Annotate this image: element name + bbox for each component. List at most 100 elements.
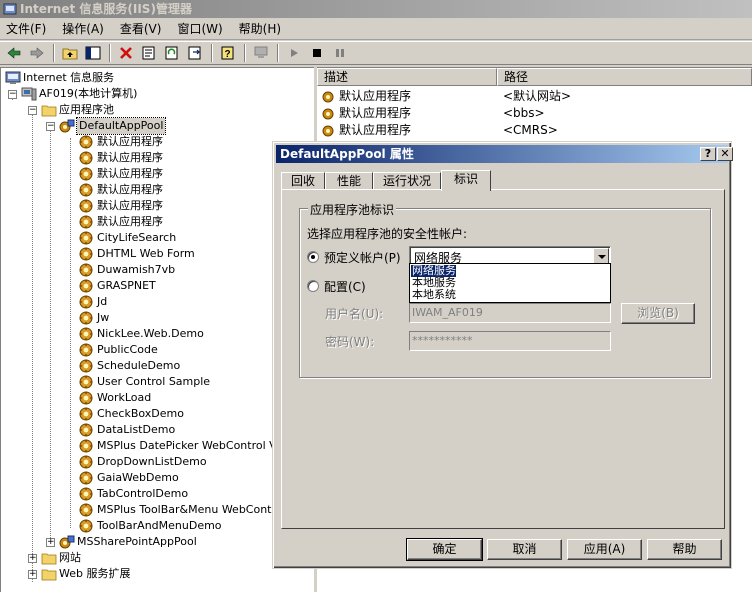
computer-icon[interactable] bbox=[250, 43, 272, 63]
apply-button[interactable]: 应用(A) bbox=[567, 539, 642, 560]
forward-icon[interactable] bbox=[26, 43, 48, 63]
tree-label: 默认应用程序 bbox=[97, 199, 163, 212]
menu-view[interactable]: 查看(V) bbox=[120, 20, 162, 37]
predefined-account-radio[interactable] bbox=[307, 251, 319, 263]
tab-identity[interactable]: 标识 bbox=[441, 170, 491, 191]
expand-toggle[interactable]: + bbox=[46, 538, 55, 547]
tree-label: DefaultAppPool bbox=[75, 117, 167, 135]
web-application-icon bbox=[79, 359, 93, 373]
tree-line bbox=[32, 106, 33, 582]
folder-icon bbox=[41, 553, 57, 565]
collapse-toggle[interactable]: − bbox=[46, 122, 55, 131]
web-application-icon bbox=[79, 151, 93, 165]
up-folder-icon[interactable] bbox=[59, 43, 81, 63]
account-dropdown-list[interactable]: 网络服务 本地服务 本地系统 bbox=[409, 263, 611, 303]
tree-label: CheckBoxDemo bbox=[97, 407, 184, 420]
row-path: <bbs> bbox=[503, 106, 545, 120]
web-application-icon bbox=[79, 455, 93, 469]
help-button[interactable]: 帮助 bbox=[647, 539, 722, 560]
tree-label: NickLee.Web.Demo bbox=[97, 327, 204, 340]
expand-toggle[interactable]: + bbox=[28, 570, 37, 579]
username-label: 用户名(U): bbox=[325, 307, 384, 321]
tab-health[interactable]: 运行状况 bbox=[373, 172, 441, 190]
web-application-icon bbox=[79, 343, 93, 357]
password-field[interactable]: *********** bbox=[409, 331, 611, 351]
web-application-icon bbox=[79, 375, 93, 389]
tab-performance[interactable]: 性能 bbox=[325, 172, 373, 190]
ok-button[interactable]: 确定 bbox=[406, 538, 483, 561]
predefined-account-label[interactable]: 预定义帐户(P) bbox=[324, 249, 401, 266]
back-icon[interactable] bbox=[3, 43, 25, 63]
pause-icon[interactable] bbox=[329, 43, 351, 63]
account-prompt: 选择应用程序池的安全性帐户: bbox=[307, 227, 468, 241]
export-list-icon[interactable] bbox=[184, 43, 206, 63]
tree-label: ToolBarAndMenuDemo bbox=[97, 519, 222, 532]
stop-icon[interactable] bbox=[306, 43, 328, 63]
close-button[interactable]: ✕ bbox=[717, 147, 733, 161]
toolbar-separator bbox=[244, 44, 246, 62]
app-pool-icon bbox=[59, 535, 75, 549]
web-application-icon bbox=[79, 247, 93, 261]
tree-label: 应用程序池 bbox=[59, 103, 114, 116]
configure-account-label[interactable]: 配置(C) bbox=[324, 278, 366, 295]
collapse-toggle[interactable]: − bbox=[8, 90, 17, 99]
refresh-icon[interactable] bbox=[161, 43, 183, 63]
chevron-down-icon[interactable] bbox=[593, 248, 609, 264]
column-header-path[interactable]: 路径 bbox=[497, 68, 752, 86]
web-application-icon bbox=[79, 439, 93, 453]
tab-recycle[interactable]: 回收 bbox=[281, 172, 325, 190]
tree-label: 网站 bbox=[59, 551, 81, 564]
row-path: <CMRS> bbox=[503, 123, 558, 137]
tree-label: AF019(本地计算机) bbox=[39, 87, 138, 100]
row-description: 默认应用程序 bbox=[339, 106, 412, 120]
tree-label: Duwamish7vb bbox=[97, 263, 176, 276]
web-application-icon bbox=[79, 295, 93, 309]
column-header-description[interactable]: 描述 bbox=[317, 68, 497, 86]
web-application-icon bbox=[79, 135, 93, 149]
username-field[interactable]: IWAM_AF019 bbox=[409, 303, 611, 323]
tree-label: TabControlDemo bbox=[97, 487, 189, 500]
tree-label: GaiaWebDemo bbox=[97, 471, 179, 484]
browse-button[interactable]: 浏览(B) bbox=[621, 303, 695, 324]
properties-dialog: DefaultAppPool 属性 ? ✕ 回收 性能 运行状况 标识 应用程序… bbox=[272, 141, 733, 569]
web-application-icon bbox=[79, 391, 93, 405]
web-application-icon bbox=[79, 471, 93, 485]
dialog-title: DefaultAppPool 属性 bbox=[280, 147, 414, 161]
web-application-icon bbox=[79, 311, 93, 325]
tree-line bbox=[50, 122, 51, 542]
web-application-icon bbox=[79, 183, 93, 197]
configure-account-radio[interactable] bbox=[307, 280, 319, 292]
tree-label: MSPlus ToolBar&Menu WebControls I bbox=[97, 503, 299, 516]
properties-icon[interactable] bbox=[138, 43, 160, 63]
tree-label: MSSharePointAppPool bbox=[77, 535, 197, 548]
tree-label: 默认应用程序 bbox=[97, 167, 163, 180]
dialog-title-bar[interactable]: DefaultAppPool 属性 ? ✕ bbox=[276, 145, 733, 163]
menu-help[interactable]: 帮助(H) bbox=[239, 20, 281, 37]
dropdown-option-local-system[interactable]: 本地系统 bbox=[411, 289, 456, 301]
app-pool-icon bbox=[59, 119, 75, 133]
context-help-button[interactable]: ? bbox=[700, 147, 716, 161]
list-header: 描述 路径 bbox=[317, 68, 752, 86]
row-path: <默认网站> bbox=[503, 89, 572, 103]
menu-action[interactable]: 操作(A) bbox=[62, 20, 104, 37]
tree-label: GRASPNET bbox=[97, 279, 156, 292]
collapse-toggle[interactable]: − bbox=[28, 106, 37, 115]
tree-label: Web 服务扩展 bbox=[59, 567, 131, 580]
help-icon[interactable]: ? bbox=[217, 43, 239, 63]
start-icon[interactable] bbox=[283, 43, 305, 63]
web-application-icon bbox=[79, 167, 93, 181]
menu-file[interactable]: 文件(F) bbox=[6, 20, 46, 37]
tree-label: Jd bbox=[97, 295, 108, 308]
folder-icon bbox=[41, 105, 57, 117]
delete-icon[interactable] bbox=[115, 43, 137, 63]
expand-toggle[interactable]: + bbox=[28, 554, 37, 563]
cancel-button[interactable]: 取消 bbox=[487, 539, 562, 560]
tree-label: 默认应用程序 bbox=[97, 151, 163, 164]
tree-label: 默认应用程序 bbox=[97, 135, 163, 148]
web-application-icon bbox=[79, 503, 93, 517]
tree-label: MSPlus DatePicker WebControl V2.0 bbox=[97, 439, 295, 452]
menu-window[interactable]: 窗口(W) bbox=[177, 20, 222, 37]
web-application-icon bbox=[79, 327, 93, 341]
show-hide-tree-icon[interactable] bbox=[82, 43, 104, 63]
tree-pane[interactable]: Internet 信息服务 − AF019(本地计算机) − 应用程序池 − D… bbox=[0, 67, 314, 592]
